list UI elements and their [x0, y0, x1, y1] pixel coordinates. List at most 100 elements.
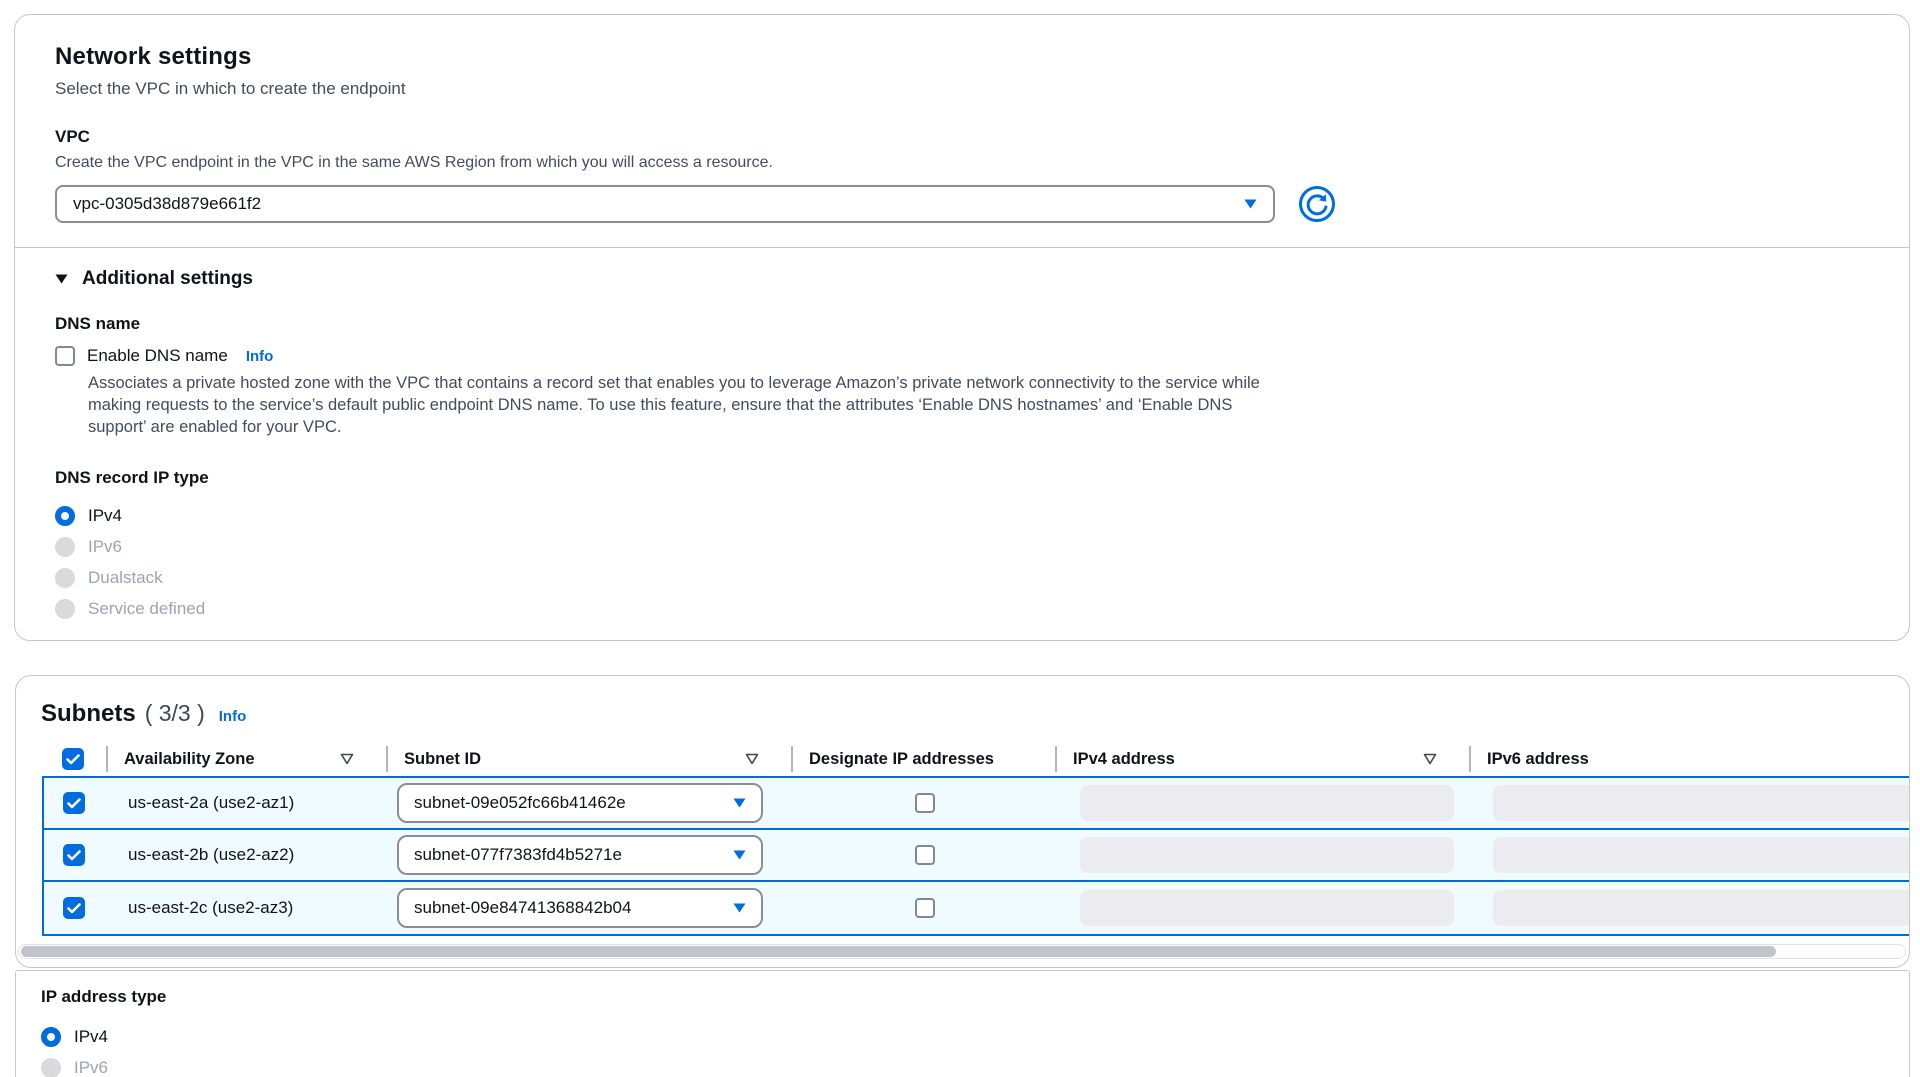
row-checkbox[interactable] — [63, 844, 85, 866]
table-row: us-east-2a (use2-az1) subnet-09e052fc66b… — [44, 778, 1909, 830]
subnets-table-header: Availability Zone Subnet ID Designate IP… — [42, 742, 1909, 776]
radio-option-dualstack: Dualstack — [55, 562, 1869, 593]
dns-name-label: DNS name — [55, 314, 1869, 334]
subnet-id-select[interactable]: subnet-09e052fc66b41462e — [397, 783, 763, 823]
radio-option-ipv4: IPv4 — [41, 1021, 1869, 1052]
subnets-header: Subnets ( 3/3 ) Info — [16, 700, 1909, 728]
designate-ip-checkbox[interactable] — [915, 793, 935, 813]
subnet-id-select-value: subnet-09e84741368842b04 — [414, 898, 631, 918]
network-settings-card: Network settings Select the VPC in which… — [14, 14, 1910, 641]
dns-name-info-link[interactable]: Info — [246, 348, 274, 365]
checkmark-icon — [67, 850, 81, 861]
column-ipv4-address: IPv4 address — [1055, 742, 1469, 776]
designate-ip-checkbox[interactable] — [915, 898, 935, 918]
select-all-checkbox[interactable] — [62, 748, 84, 770]
subnets-title: Subnets — [41, 700, 136, 728]
vpc-select[interactable]: vpc-0305d38d879e661f2 — [55, 185, 1275, 223]
availability-zone-value: us-east-2c (use2-az3) — [108, 898, 388, 918]
radio-option-service-defined: Service defined — [55, 593, 1869, 624]
filter-sort-icon[interactable] — [745, 753, 759, 765]
column-ipv4-address-label: IPv4 address — [1073, 750, 1175, 769]
ip-address-type-label: IP address type — [41, 987, 1869, 1007]
enable-dns-name-checkbox[interactable] — [55, 346, 75, 366]
ipv4-address-field — [1080, 890, 1454, 926]
section-divider — [15, 247, 1909, 248]
ipv4-address-cell — [1057, 785, 1471, 821]
column-divider — [386, 746, 388, 772]
radio-ipv6 — [55, 537, 75, 557]
chevron-down-icon — [733, 798, 746, 808]
column-divider — [1469, 746, 1471, 772]
row-select-cell — [44, 844, 108, 866]
additional-settings-expander[interactable]: Additional settings — [55, 268, 1869, 290]
ipv6-address-cell — [1471, 785, 1909, 821]
checkmark-icon — [66, 754, 80, 765]
select-all-cell — [42, 742, 106, 776]
row-select-cell — [44, 897, 108, 919]
filter-sort-icon[interactable] — [1423, 753, 1437, 765]
scrollbar-thumb[interactable] — [21, 946, 1776, 957]
column-subnet-id: Subnet ID — [386, 742, 791, 776]
ipv6-address-field — [1493, 785, 1909, 821]
filter-sort-icon[interactable] — [340, 753, 354, 765]
page-subtitle: Select the VPC in which to create the en… — [55, 79, 1869, 99]
dns-record-ip-type-group: IPv4 IPv6 Dualstack Service defined — [55, 500, 1869, 624]
subnets-info-link[interactable]: Info — [219, 708, 247, 725]
chevron-down-icon — [733, 850, 746, 860]
designate-ip-cell — [793, 793, 1057, 813]
radio-service-defined-label: Service defined — [88, 599, 205, 619]
column-divider — [791, 746, 793, 772]
column-ipv6-address-label: IPv6 address — [1487, 750, 1589, 769]
availability-zone-value: us-east-2b (use2-az2) — [108, 845, 388, 865]
radio-ipv6 — [41, 1058, 61, 1077]
row-checkbox[interactable] — [63, 897, 85, 919]
enable-dns-name-label: Enable DNS name — [87, 346, 228, 366]
table-row: us-east-2b (use2-az2) subnet-077f7383fd4… — [44, 830, 1909, 882]
horizontal-scrollbar[interactable] — [18, 944, 1906, 959]
enable-dns-name-row: Enable DNS name Info — [55, 346, 1869, 366]
availability-zone-value: us-east-2a (use2-az1) — [108, 793, 388, 813]
page-title: Network settings — [55, 43, 1869, 71]
expander-open-icon — [55, 274, 68, 284]
vpc-label: VPC — [55, 127, 1869, 147]
subnet-id-cell: subnet-077f7383fd4b5271e — [388, 835, 793, 875]
column-ipv6-address: IPv6 address — [1469, 742, 1909, 776]
column-designate-ip: Designate IP addresses — [791, 742, 1055, 776]
ipv6-address-cell — [1471, 890, 1909, 926]
designate-ip-checkbox[interactable] — [915, 845, 935, 865]
subnet-id-select-value: subnet-077f7383fd4b5271e — [414, 845, 622, 865]
radio-service-defined — [55, 599, 75, 619]
radio-ipv4[interactable] — [41, 1027, 61, 1047]
column-subnet-id-label: Subnet ID — [404, 750, 481, 769]
subnet-id-select[interactable]: subnet-077f7383fd4b5271e — [397, 835, 763, 875]
radio-option-ipv6: IPv6 — [41, 1052, 1869, 1077]
ipv6-address-cell — [1471, 837, 1909, 873]
designate-ip-cell — [793, 898, 1057, 918]
ipv4-address-field — [1080, 785, 1454, 821]
refresh-icon — [1298, 185, 1336, 223]
row-checkbox[interactable] — [63, 792, 85, 814]
column-divider — [1055, 746, 1057, 772]
ipv4-address-field — [1080, 837, 1454, 873]
additional-settings-title: Additional settings — [82, 268, 253, 290]
refresh-button[interactable] — [1296, 183, 1338, 225]
radio-dualstack-label: Dualstack — [88, 568, 163, 588]
checkmark-icon — [67, 903, 81, 914]
subnet-id-select[interactable]: subnet-09e84741368842b04 — [397, 888, 763, 928]
table-row: us-east-2c (use2-az3) subnet-09e84741368… — [44, 882, 1909, 934]
dns-name-description: Associates a private hosted zone with th… — [88, 372, 1278, 438]
subnet-id-cell: subnet-09e84741368842b04 — [388, 888, 793, 928]
ipv4-address-cell — [1057, 837, 1471, 873]
chevron-down-icon — [1244, 199, 1257, 209]
radio-ipv6-label: IPv6 — [88, 537, 122, 557]
radio-ipv4-label: IPv4 — [88, 506, 122, 526]
ipv4-address-cell — [1057, 890, 1471, 926]
vpc-description: Create the VPC endpoint in the VPC in th… — [55, 154, 1869, 172]
subnets-counter: ( 3/3 ) — [145, 700, 205, 727]
radio-dualstack — [55, 568, 75, 588]
radio-ipv4[interactable] — [55, 506, 75, 526]
ip-address-type-card: IP address type IPv4 IPv6 Dualstack — [15, 970, 1910, 1077]
column-divider — [106, 746, 108, 772]
subnet-id-select-value: subnet-09e052fc66b41462e — [414, 793, 626, 813]
radio-ipv4-label: IPv4 — [74, 1027, 108, 1047]
